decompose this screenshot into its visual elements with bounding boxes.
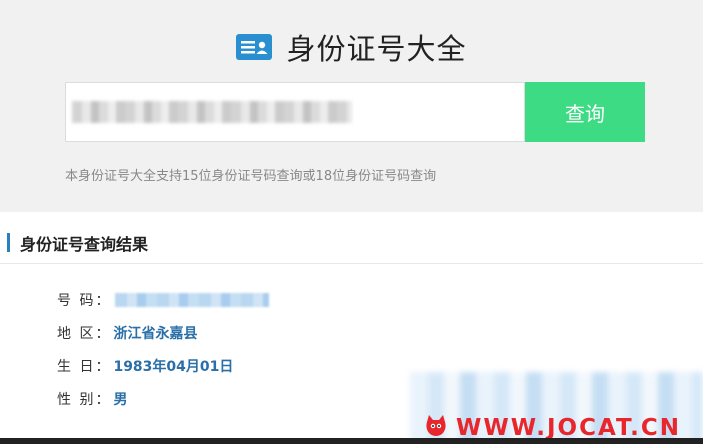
search-section: 身份证号大全 查询 本身份证号大全支持15位身份证号码查询或18位身份证号码查询 [0, 0, 703, 210]
gender-label: 性 别： [57, 392, 112, 408]
redacted-number-value [115, 293, 270, 307]
birthday-label: 生 日： [57, 359, 112, 375]
birthday-value: 1983年04月01日 [113, 359, 234, 375]
search-hint: 本身份证号大全支持15位身份证号码查询或18位身份证号码查询 [65, 169, 437, 184]
id-card-icon [236, 34, 273, 60]
result-row-birthday: 生 日： 1983年04月01日 [57, 356, 233, 376]
region-label: 地 区： [57, 326, 112, 342]
title-row: 身份证号大全 [0, 26, 703, 68]
result-title: 身份证号查询结果 [20, 235, 149, 254]
search-box: 查询 [65, 82, 645, 142]
region-value: 浙江省永嘉县 [113, 326, 198, 342]
search-button[interactable]: 查询 [525, 82, 645, 142]
number-label: 号 码： [57, 293, 112, 309]
id-number-input-wrapper[interactable] [65, 82, 525, 142]
redacted-id-number [72, 101, 352, 123]
result-row-number: 号 码： [57, 290, 270, 310]
result-row-region: 地 区： 浙江省永嘉县 [57, 323, 197, 343]
gender-value: 男 [113, 392, 128, 408]
page-title: 身份证号大全 [286, 32, 467, 66]
bottom-edge [0, 438, 703, 444]
title-accent-bar [7, 233, 10, 252]
result-row-gender: 性 别： 男 [57, 389, 127, 409]
result-panel-header: 身份证号查询结果 [0, 212, 703, 264]
